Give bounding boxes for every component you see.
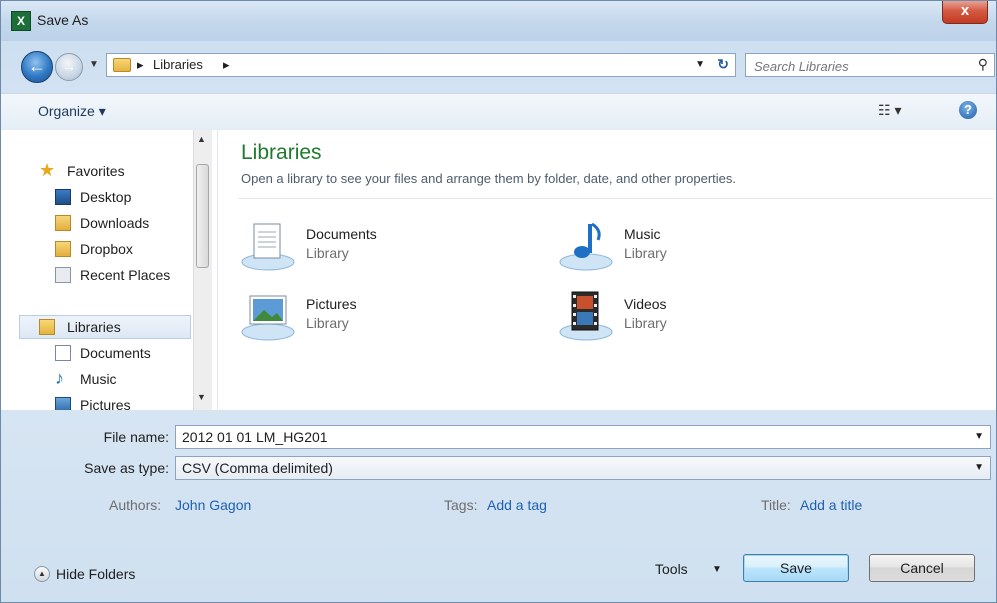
tags-value[interactable]: Add a tag — [487, 497, 547, 513]
videos-library-icon — [559, 291, 613, 341]
divider — [238, 198, 993, 199]
savetype-label: Save as type: — [84, 460, 169, 476]
recent-locations-dropdown[interactable]: ▼ — [89, 59, 99, 70]
organize-label: Organize — [38, 103, 95, 119]
libraries-view: Libraries Open a library to see your fil… — [217, 130, 996, 410]
organize-menu[interactable]: Organize ▾ — [38, 103, 106, 120]
documents-library-icon — [241, 223, 295, 271]
scroll-up-icon[interactable]: ▲ — [197, 134, 206, 144]
address-bar[interactable]: ▸ Libraries ▸ ▼ ↻ — [106, 53, 736, 77]
desktop-icon — [55, 189, 71, 205]
star-icon: ★ — [39, 160, 56, 180]
authors-value[interactable]: John Gagon — [175, 497, 251, 513]
filename-field[interactable]: 2012 01 01 LM_HG201 ▼ — [175, 425, 991, 449]
collapse-icon: ▲ — [34, 566, 50, 582]
dropbox-folder-icon — [55, 241, 71, 257]
page-title: Libraries — [241, 141, 322, 164]
search-box[interactable]: ⚲ — [745, 53, 995, 77]
filename-label: File name: — [103, 429, 169, 445]
documents-icon — [55, 345, 71, 361]
downloads-icon — [55, 215, 71, 231]
library-item-documents[interactable]: Documents Library — [240, 220, 490, 272]
tools-dropdown-icon: ▼ — [712, 564, 722, 575]
library-item-pictures[interactable]: Pictures Library — [240, 290, 490, 342]
title-value[interactable]: Add a title — [800, 497, 862, 513]
window-title: Save As — [37, 12, 89, 28]
tools-menu[interactable]: Tools ▼ — [655, 561, 722, 577]
navigation-scrollbar[interactable]: ▲ ▼ — [193, 130, 212, 410]
search-icon[interactable]: ⚲ — [978, 56, 988, 73]
title-label: Title: — [761, 497, 791, 513]
music-library-icon — [559, 222, 613, 271]
breadcrumb-separator-icon[interactable]: ▸ — [223, 57, 230, 73]
help-icon[interactable]: ? — [959, 101, 977, 119]
library-item-videos[interactable]: Videos Library — [558, 290, 808, 342]
page-description: Open a library to see your files and arr… — [241, 171, 737, 186]
pictures-icon — [55, 397, 71, 410]
music-icon: ♪ — [55, 368, 64, 388]
libraries-folder-icon — [113, 58, 131, 72]
scroll-down-icon[interactable]: ▼ — [197, 392, 206, 402]
cancel-button[interactable]: Cancel — [869, 554, 975, 582]
save-as-dialog: X Save As x ← → ▼ ▸ Libraries ▸ ▼ ↻ ⚲ Or… — [0, 0, 997, 603]
breadcrumb-libraries[interactable]: Libraries — [153, 57, 203, 72]
savetype-dropdown-icon[interactable]: ▼ — [974, 462, 984, 473]
save-button[interactable]: Save — [743, 554, 849, 582]
close-button[interactable]: x — [942, 1, 988, 24]
refresh-icon[interactable]: ↻ — [717, 56, 729, 73]
scroll-thumb[interactable] — [196, 164, 209, 268]
recent-places-icon — [55, 267, 71, 283]
filename-value[interactable]: 2012 01 01 LM_HG201 — [182, 429, 328, 445]
navigation-pane: ★ Favorites Desktop Downloads Dropbox Re… — [1, 130, 217, 410]
title-bar: X Save As x — [1, 1, 996, 41]
authors-label: Authors: — [109, 497, 162, 513]
filename-dropdown-icon[interactable]: ▼ — [974, 431, 984, 442]
navigation-bar: ← → ▼ ▸ Libraries ▸ ▼ ↻ ⚲ — [1, 45, 996, 91]
excel-icon: X — [11, 11, 31, 31]
savetype-value: CSV (Comma delimited) — [182, 460, 333, 476]
change-view-button[interactable]: ☷ ▾ — [878, 102, 901, 119]
address-dropdown-icon[interactable]: ▼ — [695, 59, 705, 70]
tags-label: Tags: — [444, 497, 478, 513]
breadcrumb-separator-icon[interactable]: ▸ — [137, 57, 144, 73]
back-button[interactable]: ← — [21, 51, 53, 83]
libraries-icon — [39, 319, 55, 335]
tools-label: Tools — [655, 561, 688, 577]
search-input[interactable] — [752, 56, 956, 76]
library-item-music[interactable]: Music Library — [558, 220, 808, 272]
command-toolbar: Organize ▾ ☷ ▾ ? — [1, 93, 996, 131]
dialog-footer: ▲ Hide Folders Tools ▼ Save Cancel — [1, 546, 996, 602]
forward-button[interactable]: → — [55, 53, 83, 81]
savetype-select[interactable]: CSV (Comma delimited) ▼ — [175, 456, 991, 480]
pictures-library-icon — [241, 295, 295, 341]
